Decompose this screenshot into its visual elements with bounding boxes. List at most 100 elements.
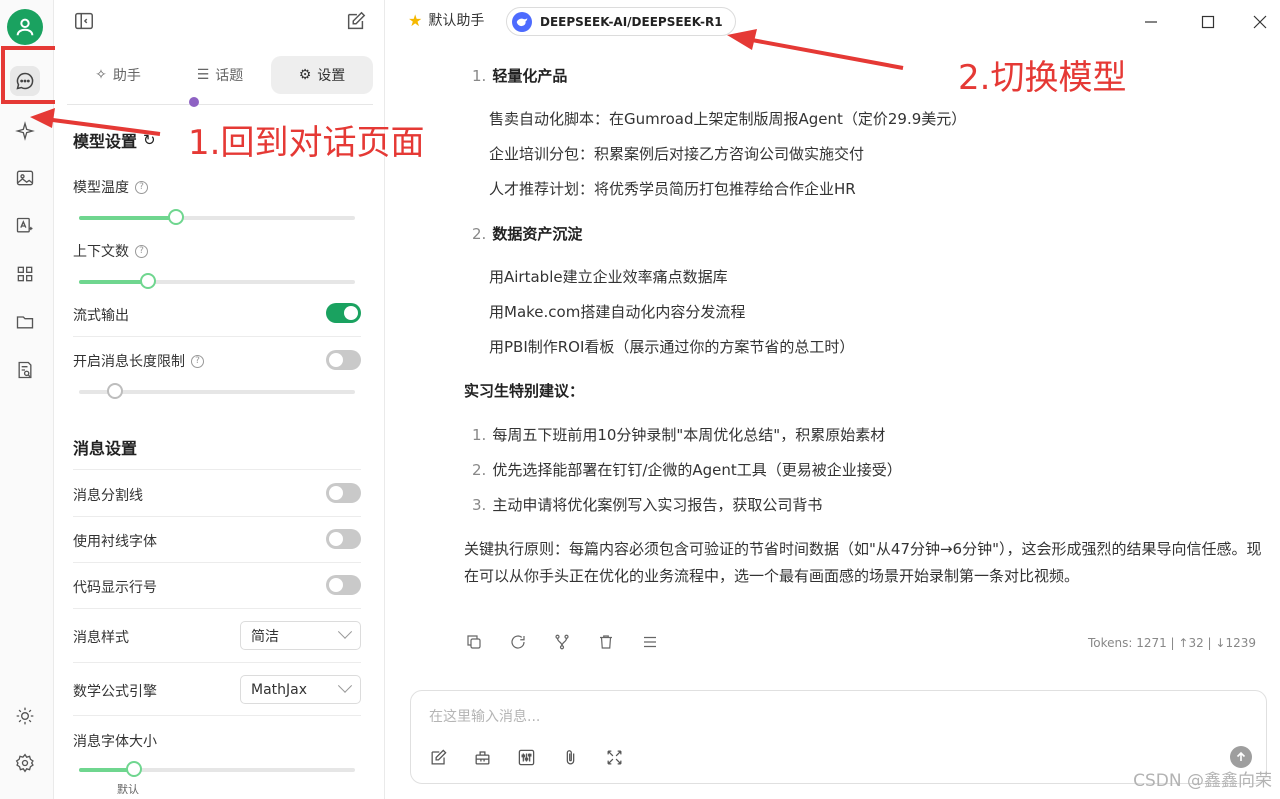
tab-assistant[interactable]: ✧ 助手 [67,56,169,94]
max-length-label-text: 开启消息长度限制 [73,354,185,370]
section-heading-text: 轻量化产品 [492,67,568,85]
sparkle-icon: ✧ [95,67,107,83]
rail-files-button[interactable] [10,307,40,337]
avatar[interactable] [7,9,43,45]
math-engine-value: MathJax [251,681,308,698]
help-icon[interactable]: ? [191,354,204,368]
rail-theme-button[interactable] [10,701,40,731]
rail-image-button[interactable] [10,163,40,193]
translate-icon [16,217,33,233]
context-label: 上下文数 ? [73,241,148,261]
font-size-label-text: 消息字体大小 [73,734,157,750]
list-number: 3. [472,496,487,514]
folder-icon [16,316,34,329]
message-divider-toggle[interactable] [326,483,361,503]
window-titlebar: ★ 默认助手 DEEPSEEK-AI/DEEPSEEK-R1 [386,0,1280,44]
rail-assistant-button[interactable] [10,116,40,146]
temperature-slider[interactable] [79,209,355,225]
tab-topics[interactable]: ☰ 话题 [169,56,271,94]
input-toolbar [427,746,625,768]
maximize-button[interactable] [1198,12,1218,32]
section-heading: 2. 数据资产沉淀 [472,223,582,244]
list-item: 人才推荐计划：将优秀学员简历打包推荐给合作企业HR [489,180,856,198]
new-topic-icon[interactable] [427,746,449,768]
closing-paragraph: 关键执行原则：每篇内容必须包含可验证的节省时间数据（如"从47分钟→6分钟"），… [464,540,1262,585]
max-length-label: 开启消息长度限制 ? [73,351,204,371]
line-numbers-toggle[interactable] [326,575,361,595]
help-icon[interactable]: ? [135,180,148,194]
branch-icon[interactable] [552,632,572,652]
reset-icon[interactable]: ↻ [143,131,156,149]
message-style-select[interactable]: 简洁 [240,621,361,650]
grid-icon [17,266,33,282]
delete-icon[interactable] [596,632,616,652]
arrow-up-icon [1236,751,1246,761]
intern-advice-heading: 实习生特别建议： [464,382,585,400]
sidebar-toggle-icon[interactable] [73,10,95,32]
tab-settings[interactable]: ⚙ 设置 [271,56,373,94]
font-size-default-mark: 默认 [117,784,139,794]
temperature-label: 模型温度 ? [73,177,148,197]
list-icon: ☰ [196,67,210,83]
slider-knob[interactable] [126,761,143,777]
serif-font-toggle[interactable] [326,529,361,549]
list-item: 用Make.com搭建自动化内容分发流程 [489,303,746,321]
icon-rail [0,0,54,799]
attachment-icon[interactable] [559,746,581,768]
message-input[interactable]: 在这里输入消息... [429,706,540,726]
rail-apps-button[interactable] [10,259,40,289]
gear-icon: ⚙ [298,67,312,83]
menu-icon[interactable] [640,632,660,652]
slider-knob[interactable] [167,209,184,225]
math-engine-select[interactable]: MathJax [240,675,361,704]
divider [73,562,361,563]
temperature-label-text: 模型温度 [73,180,129,196]
deepseek-logo-icon [512,11,532,32]
expand-icon[interactable] [603,746,625,768]
tab-settings-label: 设置 [317,68,346,84]
settings-sliders-icon[interactable] [515,746,537,768]
slider-knob[interactable] [140,273,156,289]
list-item: 1. 每周五下班前用10分钟录制"本周优化总结"，积累原始素材 [472,424,885,445]
stream-label: 流式输出 [73,305,129,325]
font-size-slider[interactable] [79,761,355,777]
rail-settings-button[interactable] [10,748,40,778]
tab-assistant-label: 助手 [112,68,141,84]
max-length-slider[interactable] [79,383,355,399]
minimize-button[interactable] [1141,12,1161,32]
annotation-switch-model: 2.切换模型 [958,58,1127,98]
slider-knob[interactable] [106,383,123,399]
annotation-back-to-chat: 1.回到对话页面 [188,123,425,163]
message-actions [464,632,660,652]
divider [73,715,361,716]
list-item-text: 每周五下班前用10分钟录制"本周优化总结"，积累原始素材 [492,426,886,444]
stream-toggle[interactable] [326,303,361,323]
close-button[interactable] [1250,12,1270,32]
stream-label-text: 流式输出 [73,308,129,324]
math-engine-label: 数学公式引擎 [73,681,157,701]
assistant-selector[interactable]: ★ 默认助手 [408,10,484,30]
new-chat-icon[interactable] [345,10,367,32]
sun-icon [16,707,34,725]
list-item-text: 优先选择能部署在钉钉/企微的Agent工具（更易被企业接受） [492,461,902,479]
image-icon [16,170,34,186]
max-length-toggle[interactable] [326,350,361,370]
tab-topics-label: 话题 [215,68,244,84]
context-slider[interactable] [79,273,355,289]
list-item: 用Airtable建立企业效率痛点数据库 [489,268,728,286]
regenerate-icon[interactable] [508,632,528,652]
help-icon[interactable]: ? [135,244,148,258]
assistant-tool-icon[interactable] [471,746,493,768]
tab-underline [67,104,373,105]
copy-icon[interactable] [464,632,484,652]
chevron-down-icon [337,624,353,639]
send-button[interactable] [1230,746,1252,768]
model-name: DEEPSEEK-AI/DEEPSEEK-R1 [540,14,723,29]
token-count: Tokens: 1271 | ↑32 | ↓1239 [1087,636,1256,650]
list-number: 2. [472,225,487,243]
rail-translate-button[interactable] [10,211,40,241]
drag-handle-dot[interactable] [189,97,199,107]
rail-knowledge-button[interactable] [10,355,40,385]
message-style-value: 简洁 [251,628,279,645]
model-selector[interactable]: DEEPSEEK-AI/DEEPSEEK-R1 [506,7,736,36]
